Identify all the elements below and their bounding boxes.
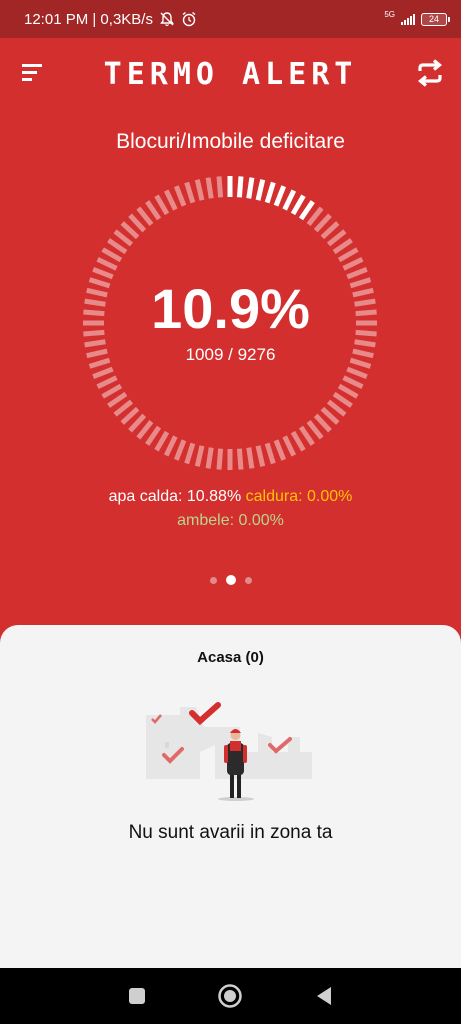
battery-icon: 24: [421, 12, 450, 26]
gauge-segment: [306, 206, 324, 227]
battery-level: 24: [428, 14, 439, 24]
bottom-sheet: Acasa (0) Nu sunt avarii in zona ta: [0, 625, 461, 968]
gauge-segment: [136, 419, 154, 440]
gauge-segment: [216, 448, 224, 470]
gauge-segment: [173, 439, 187, 461]
gauge-segment: [107, 391, 128, 408]
gauge-segment-filled: [273, 185, 287, 207]
refresh-icon[interactable]: [415, 58, 445, 88]
gauge-segment: [320, 221, 340, 240]
empty-state-message: Nu sunt avarii in zona ta: [128, 822, 333, 843]
gauge-segment: [184, 442, 196, 465]
gauge-segment: [163, 189, 178, 211]
gauge-segment: [120, 406, 140, 425]
sheet-title: Acasa (0): [197, 649, 264, 666]
gauge-segment: [216, 176, 224, 198]
gauge-segment: [205, 177, 214, 199]
gauge-segment: [298, 425, 315, 446]
gauge-segment: [205, 447, 214, 469]
gauge-segment: [101, 383, 123, 399]
status-time-speed: 12:01 PM | 0,3KB/s: [24, 10, 153, 28]
caldura-stat: caldura: 0.00%: [245, 488, 353, 505]
breakdown-line-1: apa calda: 10.88% caldura: 0.00%: [0, 488, 461, 506]
breakdown-line-2: ambele: 0.00%: [0, 512, 461, 530]
gauge-segment: [145, 200, 162, 221]
gauge-segment: [264, 442, 276, 465]
gauge-segment-filled: [255, 179, 266, 201]
page-dot-active[interactable]: [225, 575, 236, 585]
signal-icon: [401, 13, 415, 25]
gauge-segment: [92, 366, 114, 380]
gauge-segment-filled: [246, 177, 255, 199]
apa-calda-stat: apa calda: 10.88%: [108, 488, 242, 505]
gauge-segment: [282, 435, 297, 457]
system-nav-bar: [0, 968, 461, 1024]
gauge-segment: [326, 399, 347, 417]
gauge-segment: [184, 181, 196, 204]
recent-apps-icon[interactable]: [123, 982, 151, 1010]
gauge-segment-filled: [282, 189, 297, 211]
status-bar: 12:01 PM | 0,3KB/s 5G 24: [0, 0, 461, 38]
gauge-segment: [113, 229, 134, 247]
gauge-segment: [136, 206, 154, 227]
gauge-segment: [290, 430, 306, 452]
gauge-segment: [320, 406, 340, 425]
menu-icon[interactable]: [22, 62, 44, 84]
gauge-segment: [128, 413, 147, 433]
gauge-segment: [346, 366, 368, 380]
alarm-icon: [182, 11, 196, 27]
gauge-segment: [313, 413, 332, 433]
no-outages-illustration: [146, 702, 312, 801]
gauge-segment: [113, 399, 134, 417]
gauge-segment: [107, 238, 128, 255]
page-indicator: [0, 575, 461, 585]
gauge-segment-filled: [298, 200, 315, 221]
gauge-segment: [255, 445, 266, 467]
gauge-segment: [145, 425, 162, 446]
gauge-segment: [154, 194, 170, 216]
gauge-segment: [332, 391, 353, 408]
app-header: TERMO ALERT: [0, 38, 461, 110]
gauge-segment-filled: [290, 194, 306, 216]
gauge-segment: [342, 256, 364, 271]
gauge-segment: [306, 419, 324, 440]
gauge-segment: [326, 229, 347, 247]
gauge-segment: [96, 256, 118, 271]
gauge-segment: [313, 213, 332, 233]
gauge-segment: [246, 447, 255, 469]
page-dot[interactable]: [244, 576, 252, 584]
gauge-segment: [120, 221, 140, 240]
gauge-segment-filled: [264, 181, 276, 204]
gauge-segment: [163, 435, 178, 457]
gauge-segment: [337, 247, 359, 263]
gauge-segment: [342, 375, 364, 390]
page-dot[interactable]: [209, 576, 217, 584]
back-icon[interactable]: [310, 982, 338, 1010]
app-title: TERMO ALERT: [103, 56, 358, 92]
gauge-segment: [337, 383, 359, 399]
percentage-value: 10.9%: [151, 277, 310, 340]
home-icon[interactable]: [216, 982, 244, 1010]
muted-bell-icon: [160, 12, 174, 27]
gauge-segment: [236, 448, 244, 470]
section-title: Blocuri/Imobile deficitare: [116, 130, 345, 153]
ambele-stat: ambele: 0.00%: [177, 512, 284, 529]
deficient-count: 1009 / 9276: [185, 345, 276, 364]
gauge-segment: [273, 439, 287, 461]
gauge-segment: [101, 247, 123, 263]
gauge-segment: [194, 445, 205, 467]
gauge-segment-filled: [236, 176, 244, 198]
gauge-segment: [96, 375, 118, 390]
gauge-segment: [154, 430, 170, 452]
gauge-segment: [173, 185, 187, 207]
gauge-segment: [194, 179, 205, 201]
gauge-segment: [128, 213, 147, 233]
network-type: 5G: [384, 9, 395, 19]
gauge-segment: [332, 238, 353, 255]
